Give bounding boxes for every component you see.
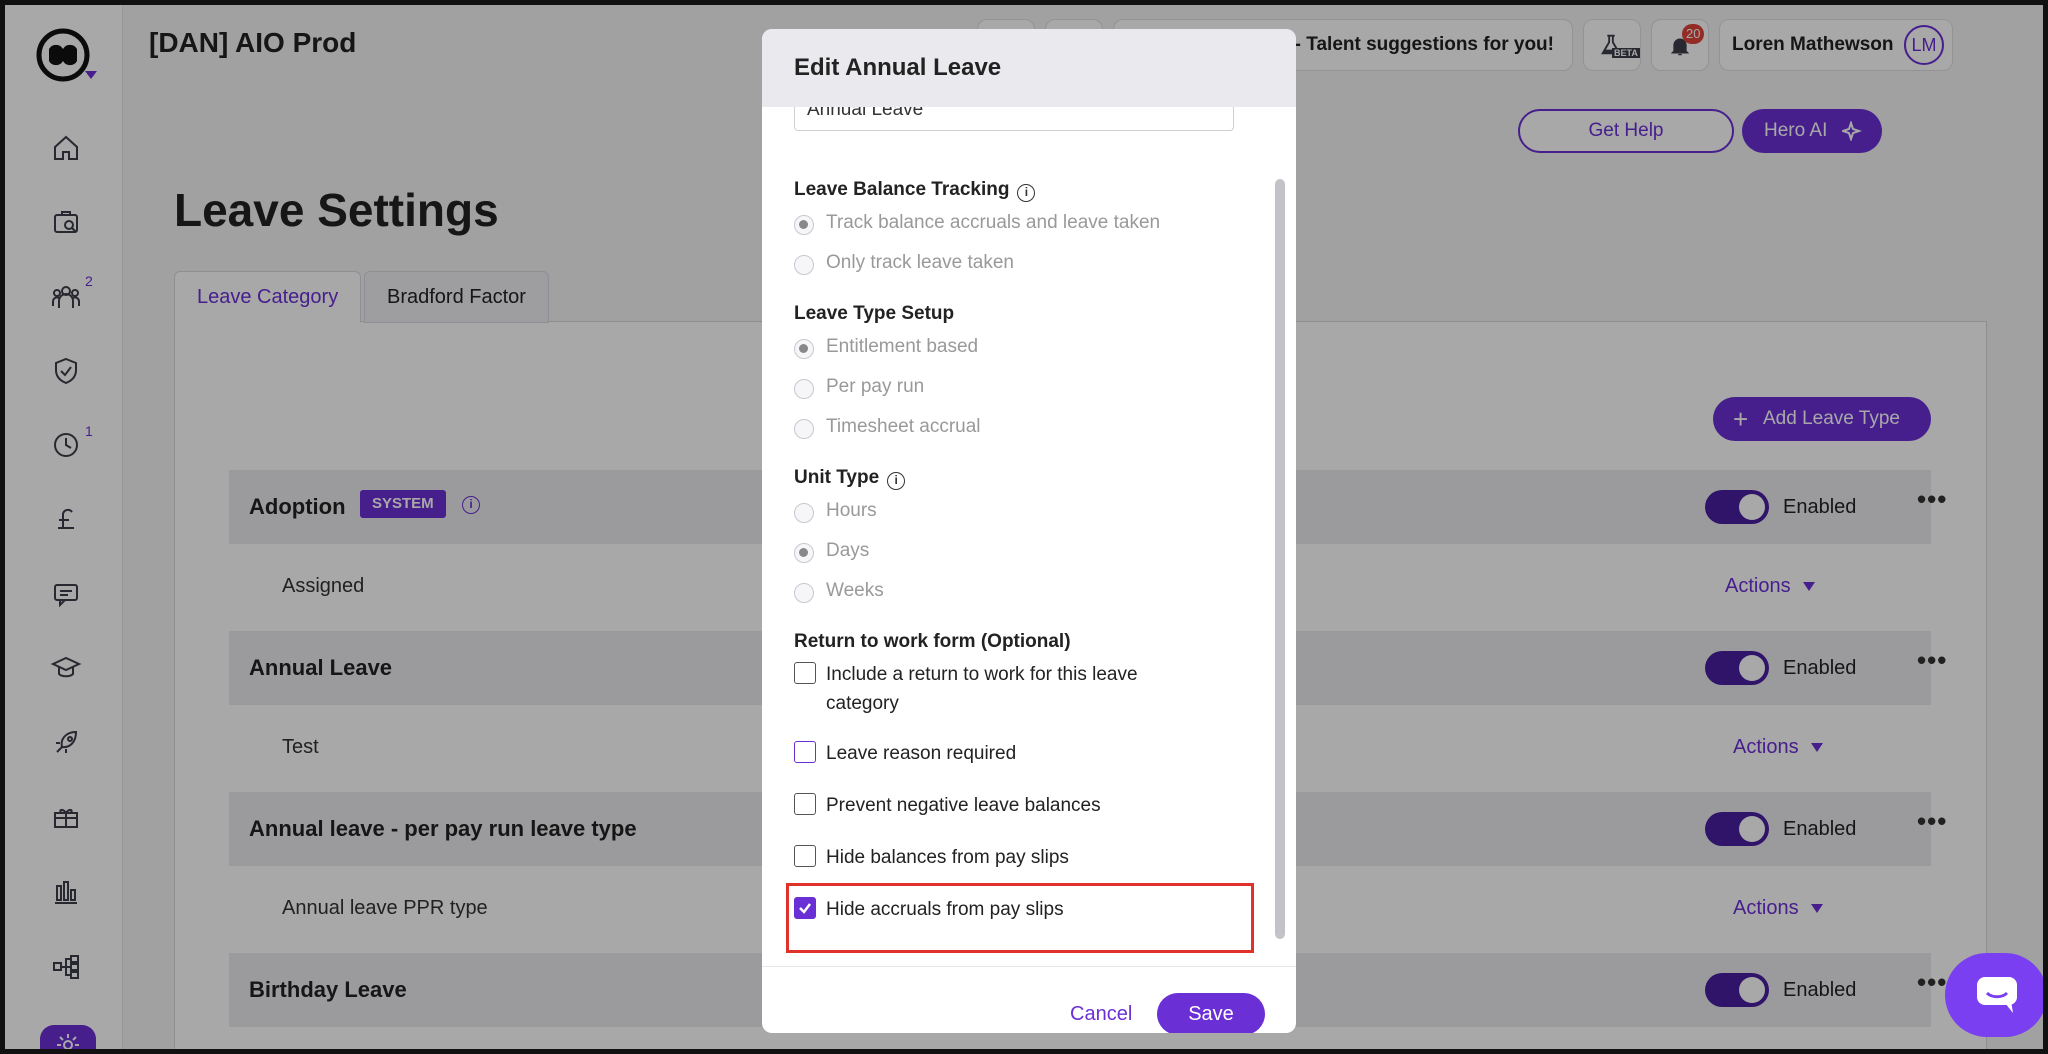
edit-leave-modal: Edit Annual Leave Annual Leave Leave Bal… <box>762 29 1296 1033</box>
radio-button[interactable] <box>794 339 814 359</box>
chat-launcher-button[interactable] <box>1945 953 2043 1037</box>
modal-scrollbar-thumb[interactable] <box>1275 179 1285 939</box>
radio-button[interactable] <box>794 543 814 563</box>
unit-type-text: Unit Type <box>794 467 880 488</box>
return-to-work-label: Return to work form (Optional) <box>794 631 1071 652</box>
checkbox-label: Hide balances from pay slips <box>826 847 1069 868</box>
checkbox-hide-balances[interactable]: Hide balances from pay slips <box>794 843 1194 873</box>
radio-button[interactable] <box>794 215 814 235</box>
cancel-button[interactable]: Cancel <box>1070 1003 1132 1026</box>
radio-label: Entitlement based <box>826 336 979 357</box>
radio-label: Track balance accruals and leave taken <box>826 212 1161 233</box>
radio-label: Per pay run <box>826 376 925 397</box>
checkbox[interactable] <box>794 845 816 867</box>
checkbox-prevent-negative-balances[interactable]: Prevent negative leave balances <box>794 791 1194 821</box>
checkbox[interactable] <box>794 741 816 763</box>
checkbox-leave-reason-required[interactable]: Leave reason required <box>794 739 1194 769</box>
checkbox-label: Prevent negative leave balances <box>826 795 1101 816</box>
checkbox[interactable] <box>794 662 816 684</box>
leave-balance-tracking-label: Leave Balance Tracking i <box>794 179 1036 202</box>
checkbox-include-return-to-work[interactable]: Include a return to work for this leave … <box>794 660 1194 720</box>
leave-name-input[interactable]: Annual Leave <box>794 107 1234 131</box>
highlight-box <box>786 883 1254 953</box>
checkbox[interactable] <box>794 793 816 815</box>
modal-title: Edit Annual Leave <box>794 54 1002 81</box>
checkbox-label: Leave reason required <box>826 743 1017 764</box>
leave-balance-tracking-text: Leave Balance Tracking <box>794 179 1010 200</box>
radio-label: Hours <box>826 500 877 521</box>
chat-bubble-icon <box>1977 977 2017 1013</box>
radio-label: Weeks <box>826 580 884 601</box>
radio-button[interactable] <box>794 583 814 603</box>
radio-button[interactable] <box>794 255 814 275</box>
checkbox-label: Include a return to work for this leave … <box>826 664 1138 714</box>
app-window: 2 1 [DAN] AIO Prod - Talent suggestions … <box>0 0 2048 1054</box>
radio-button[interactable] <box>794 503 814 523</box>
modal-header: Edit Annual Leave <box>762 29 1296 107</box>
radio-button[interactable] <box>794 379 814 399</box>
radio-label: Days <box>826 540 870 561</box>
unit-type-label: Unit Type i <box>794 467 906 490</box>
info-icon[interactable]: i <box>887 472 906 490</box>
modal-footer: Cancel Save <box>762 966 1296 1033</box>
leave-type-setup-label: Leave Type Setup <box>794 303 955 324</box>
modal-body[interactable]: Annual Leave Leave Balance Tracking i Tra… <box>762 107 1296 963</box>
save-button[interactable]: Save <box>1157 993 1265 1033</box>
info-icon[interactable]: i <box>1017 184 1036 202</box>
radio-label: Only track leave taken <box>826 252 1014 273</box>
radio-label: Timesheet accrual <box>826 416 981 437</box>
radio-button[interactable] <box>794 419 814 439</box>
